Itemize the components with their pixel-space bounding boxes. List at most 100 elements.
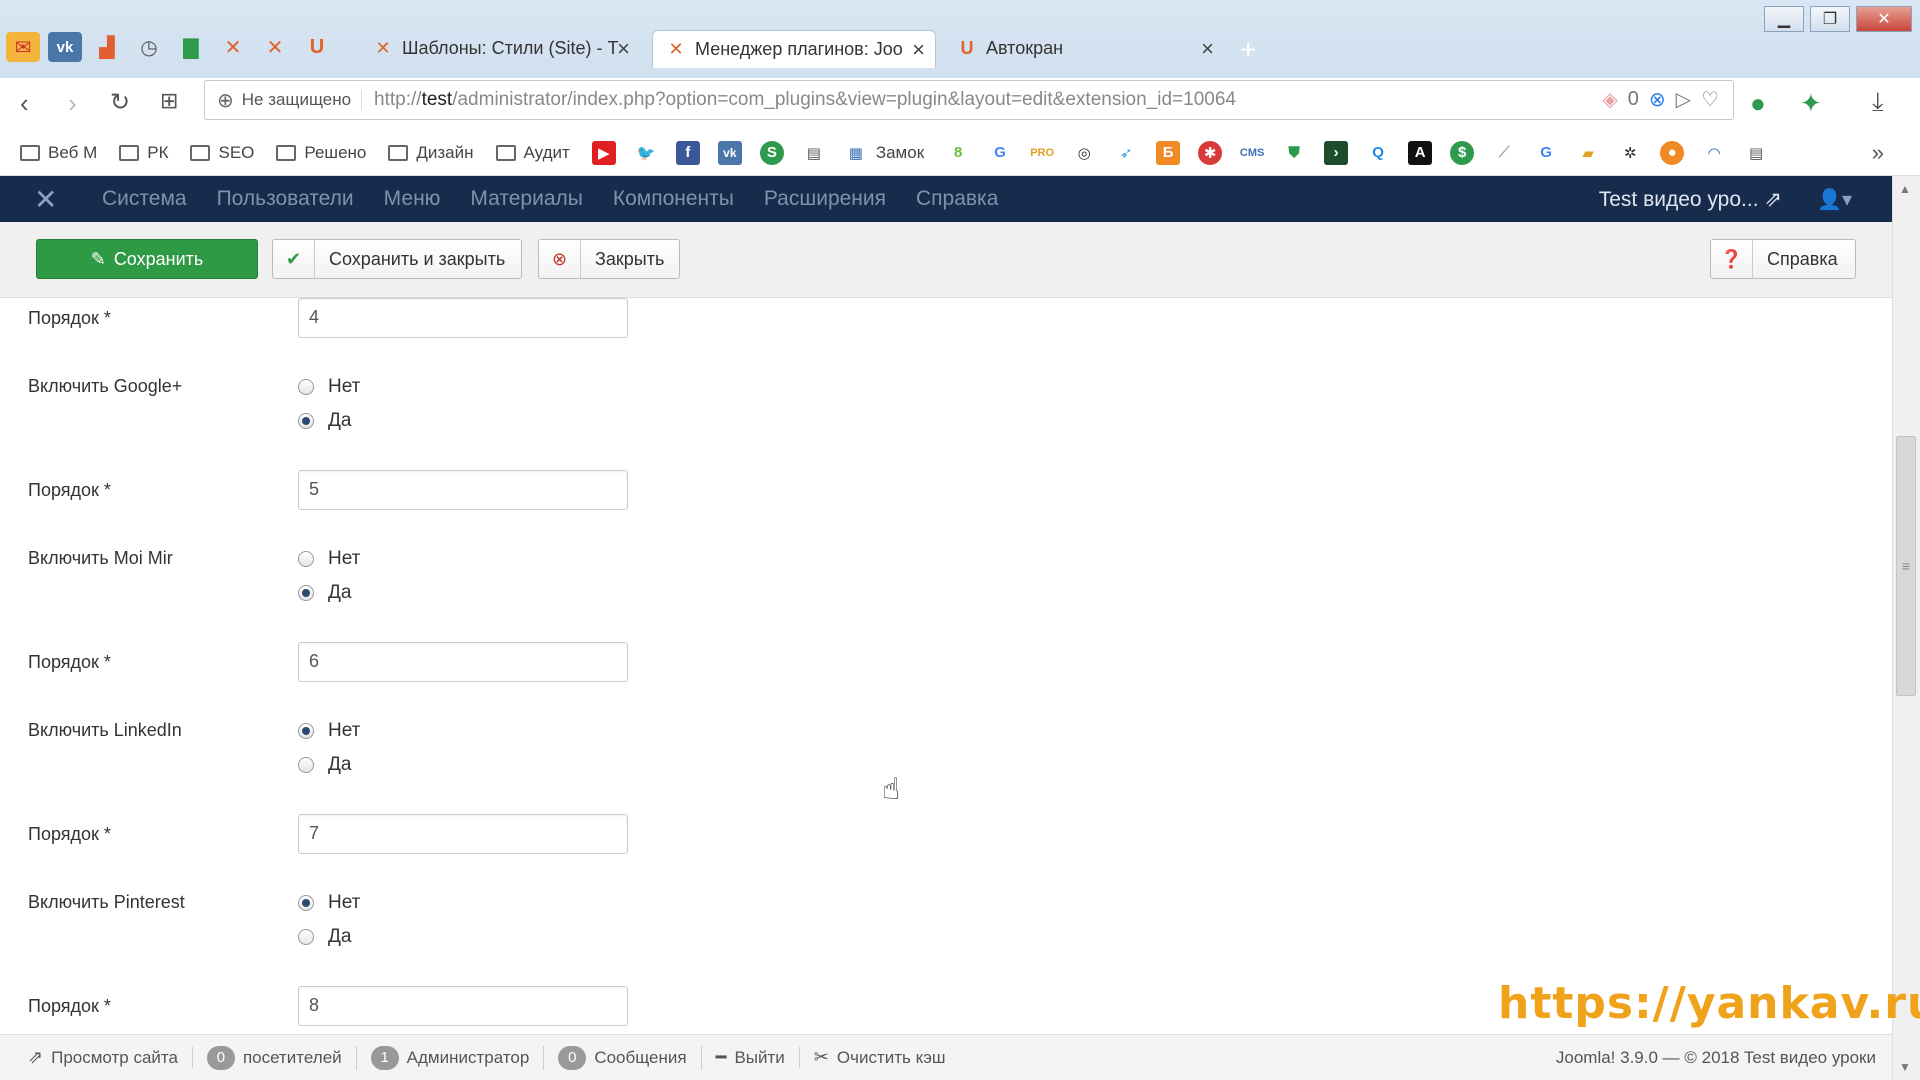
url-text[interactable]: http://test/administrator/index.php?opti… bbox=[374, 89, 1236, 111]
window-close-icon[interactable]: ✕ bbox=[1856, 6, 1912, 32]
save-button[interactable]: ✎ Сохранить bbox=[36, 239, 258, 279]
bookmark-folder[interactable]: Дизайн bbox=[388, 143, 474, 163]
insecure-label[interactable]: Не защищено bbox=[242, 90, 363, 110]
site-link[interactable]: Test видео уро... ⇗ bbox=[1599, 187, 1782, 212]
feather-icon[interactable]: ⟋ bbox=[1492, 141, 1516, 165]
menu-menus[interactable]: Меню bbox=[384, 187, 441, 211]
radio-no[interactable]: Нет bbox=[298, 892, 360, 914]
radio-dot[interactable] bbox=[298, 379, 314, 395]
scroll-thumb[interactable]: ≡ bbox=[1896, 436, 1916, 696]
send-plane-icon[interactable]: ➶ bbox=[1114, 141, 1138, 165]
bug-icon[interactable]: ✲ bbox=[1618, 141, 1642, 165]
page-scrollbar[interactable]: ▲ ≡ ▼ bbox=[1892, 176, 1920, 1080]
maximize-icon[interactable]: ❐ bbox=[1810, 6, 1850, 32]
radio-dot[interactable] bbox=[298, 551, 314, 567]
dollar-icon[interactable]: $ bbox=[1450, 140, 1475, 165]
document-icon-2[interactable]: ▤ bbox=[1744, 141, 1768, 165]
analytics-pinned-tab[interactable]: ▟ bbox=[90, 32, 124, 62]
clear-cache-link[interactable]: ✂ Очистить кэш bbox=[800, 1047, 960, 1068]
radio-yes[interactable]: Да bbox=[298, 926, 351, 948]
clock-pinned-tab[interactable]: ◷ bbox=[132, 32, 166, 62]
logout-link[interactable]: ━ Выйти bbox=[702, 1047, 800, 1068]
blocker-icon[interactable]: ⊗ bbox=[1649, 87, 1666, 112]
bookmark-folder[interactable]: SEO bbox=[190, 143, 254, 163]
orange-app-icon[interactable]: ● bbox=[1660, 140, 1685, 165]
b-icon[interactable]: Б bbox=[1156, 140, 1181, 165]
menu-components[interactable]: Компоненты bbox=[613, 187, 734, 211]
target-icon[interactable]: ◎ bbox=[1072, 141, 1096, 165]
menu-extensions[interactable]: Расширения bbox=[764, 187, 886, 211]
radio-dot-selected[interactable] bbox=[298, 413, 314, 429]
extension-icon-2[interactable]: ✦ bbox=[1800, 88, 1822, 119]
red-app-icon[interactable]: ✱ bbox=[1198, 140, 1223, 165]
radio-yes[interactable]: Да bbox=[298, 582, 351, 604]
menu-users[interactable]: Пользователи bbox=[217, 187, 354, 211]
a-icon[interactable]: A bbox=[1408, 140, 1433, 165]
facebook-icon[interactable]: f bbox=[675, 140, 700, 165]
scroll-up-icon[interactable]: ▲ bbox=[1899, 182, 1911, 196]
address-bar[interactable]: ⊕ Не защищено http://test/administrator/… bbox=[204, 80, 1734, 120]
order-input[interactable]: 8 bbox=[298, 986, 628, 1026]
order-input[interactable]: 4 bbox=[298, 298, 628, 338]
radio-dot-selected[interactable] bbox=[298, 723, 314, 739]
radio-dot[interactable] bbox=[298, 929, 314, 945]
order-input[interactable]: 7 bbox=[298, 814, 628, 854]
close-icon[interactable]: × bbox=[912, 37, 925, 63]
joomla-logo-icon[interactable]: ✕ bbox=[34, 183, 72, 216]
image-icon[interactable]: ▰ bbox=[1576, 141, 1600, 165]
s-icon[interactable]: S bbox=[759, 140, 784, 165]
youtube-icon[interactable]: ▶ bbox=[591, 140, 616, 165]
menu-help[interactable]: Справка bbox=[916, 187, 998, 211]
pro-icon[interactable]: PRO bbox=[1030, 141, 1054, 165]
google-icon-2[interactable]: G bbox=[1534, 141, 1558, 165]
messages-link[interactable]: 0 Сообщения bbox=[544, 1045, 702, 1070]
menu-system[interactable]: Система bbox=[102, 187, 187, 211]
order-input[interactable]: 5 bbox=[298, 470, 628, 510]
user-menu-icon[interactable]: 👤▾ bbox=[1817, 187, 1852, 212]
help-button[interactable]: ❓ Справка bbox=[1710, 239, 1856, 279]
extension-cube-icon[interactable]: ◈ bbox=[1602, 87, 1617, 112]
bookmark-folder[interactable]: Аудит bbox=[495, 143, 570, 163]
forward-icon[interactable]: › bbox=[68, 88, 77, 119]
close-icon[interactable]: × bbox=[617, 36, 630, 62]
radio-dot[interactable] bbox=[298, 757, 314, 773]
digit-icon[interactable]: 8 bbox=[946, 141, 970, 165]
bookmarks-more[interactable]: » bbox=[1872, 140, 1884, 166]
admins-link[interactable]: 1 Администратор bbox=[357, 1045, 545, 1070]
terminal-icon[interactable]: › bbox=[1324, 140, 1349, 165]
bookmark-lock[interactable]: ▦ Замок bbox=[844, 141, 924, 165]
mail-pinned-tab[interactable]: ✉ bbox=[6, 32, 40, 62]
bookmark-folder[interactable]: Веб М bbox=[20, 143, 97, 163]
back-icon[interactable]: ‹ bbox=[20, 88, 29, 119]
close-button[interactable]: ⊗ Закрыть bbox=[538, 239, 680, 279]
close-icon[interactable]: × bbox=[1201, 36, 1214, 62]
cms-icon[interactable]: CMS bbox=[1240, 141, 1264, 165]
vk-icon[interactable]: vk bbox=[717, 140, 742, 165]
bookmark-folder[interactable]: Решено bbox=[276, 143, 366, 163]
tab-autocrane[interactable]: U Автокран × bbox=[944, 30, 1224, 66]
tab-plugin-manager[interactable]: ✕ Менеджер плагинов: Joo × bbox=[652, 30, 936, 68]
radio-dot-selected[interactable] bbox=[298, 895, 314, 911]
radio-no[interactable]: Нет bbox=[298, 376, 360, 398]
minimize-icon[interactable]: ▁ bbox=[1764, 6, 1804, 32]
scroll-down-icon[interactable]: ▼ bbox=[1899, 1060, 1911, 1074]
radio-yes[interactable]: Да bbox=[298, 754, 351, 776]
shield-icon[interactable]: ⛊ bbox=[1282, 141, 1306, 165]
download-icon[interactable]: ⤓ bbox=[1872, 86, 1884, 118]
tab-templates[interactable]: ✕ Шаблоны: Стили (Site) - Т × bbox=[360, 30, 640, 66]
vk-pinned-tab[interactable]: vk bbox=[48, 32, 82, 62]
reload-icon[interactable]: ↻ bbox=[110, 88, 130, 117]
q-icon[interactable]: Q bbox=[1366, 141, 1390, 165]
radio-no[interactable]: Нет bbox=[298, 720, 360, 742]
save-close-button[interactable]: ✔ Сохранить и закрыть bbox=[272, 239, 522, 279]
send-icon[interactable]: ▷ bbox=[1676, 87, 1691, 112]
twitter-icon[interactable]: 🐦 bbox=[634, 141, 658, 165]
sheets-pinned-tab[interactable]: ▇ bbox=[174, 32, 208, 62]
radio-dot-selected[interactable] bbox=[298, 585, 314, 601]
heart-icon[interactable]: ♡ bbox=[1701, 87, 1719, 112]
radio-no[interactable]: Нет bbox=[298, 548, 360, 570]
joomla-pinned-tab-2[interactable]: ✕ bbox=[258, 32, 292, 62]
order-input[interactable]: 6 bbox=[298, 642, 628, 682]
visitors-link[interactable]: 0 посетителей bbox=[193, 1045, 357, 1070]
magnet-pinned-tab[interactable]: U bbox=[300, 32, 334, 62]
